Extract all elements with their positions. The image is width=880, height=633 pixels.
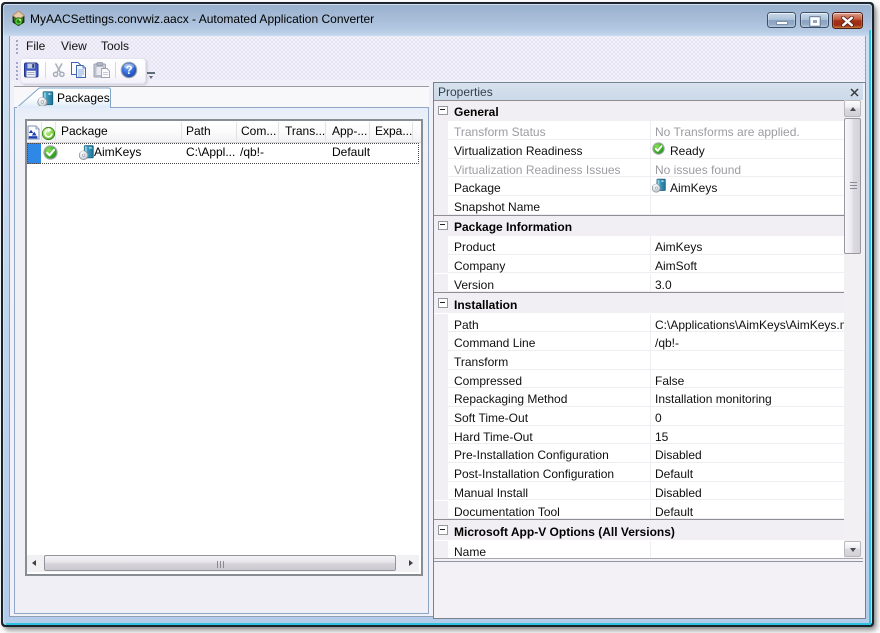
svg-text:?: ? [125, 65, 132, 77]
